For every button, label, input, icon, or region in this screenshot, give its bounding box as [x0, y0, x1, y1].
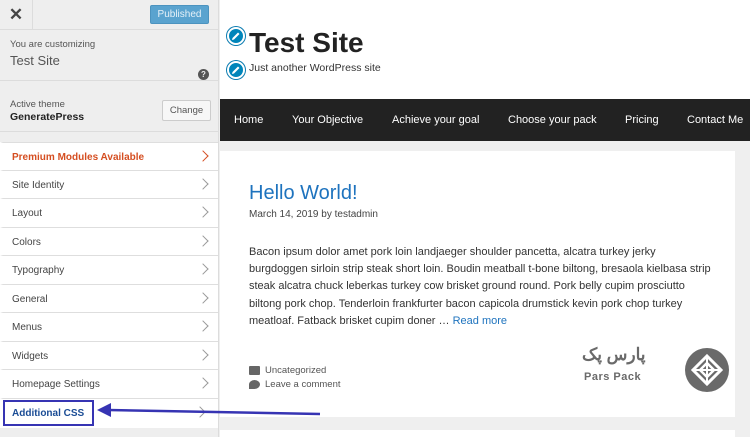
- panel-label: Menus: [12, 322, 43, 333]
- post-category: Uncategorized: [249, 365, 326, 376]
- parspack-watermark: پارس پک Pars Pack: [582, 345, 734, 395]
- customizer-topbar: ✕ Published: [0, 0, 218, 30]
- nav-item-choose-your-pack[interactable]: Choose your pack: [508, 114, 597, 126]
- post-excerpt: Bacon ipsum dolor amet pork loin landjae…: [249, 244, 711, 330]
- panel-label: Layout: [12, 208, 43, 219]
- chevron-right-icon: [197, 377, 209, 389]
- chevron-right-icon: [197, 348, 209, 361]
- panel-colors[interactable]: Colors: [0, 227, 218, 256]
- nav-item-pricing[interactable]: Pricing: [625, 114, 659, 126]
- pencil-icon[interactable]: [227, 61, 245, 79]
- customizer-sidebar: ✕ Published You are customizing Test Sit…: [0, 0, 219, 437]
- customizing-label: You are customizing: [10, 39, 96, 50]
- panel-label: Premium Modules Available: [12, 152, 145, 163]
- pencil-icon[interactable]: [227, 27, 245, 45]
- nav-item-achieve-your-goal[interactable]: Achieve your goal: [392, 114, 479, 126]
- panel-label: Homepage Settings: [12, 379, 100, 390]
- panel-widgets[interactable]: Widgets: [0, 341, 218, 370]
- panel-general[interactable]: General: [0, 284, 218, 313]
- customizing-info: You are customizing Test Site ?: [0, 31, 218, 81]
- customizer-panel-list: Premium Modules Available Site Identity …: [0, 142, 218, 428]
- category-link[interactable]: Uncategorized: [265, 365, 326, 376]
- additional-css-highlight: [3, 400, 94, 426]
- panel-label: Colors: [12, 236, 41, 248]
- panel-premium-modules[interactable]: Premium Modules Available: [0, 142, 218, 171]
- post-comments: Leave a comment: [249, 379, 341, 390]
- panel-menus[interactable]: Menus: [0, 313, 218, 342]
- change-theme-button[interactable]: Change: [162, 100, 211, 121]
- watermark-english-text: Pars Pack: [584, 371, 642, 383]
- post-title[interactable]: Hello World!: [249, 182, 358, 205]
- read-more-link[interactable]: Read more: [453, 315, 507, 327]
- site-title[interactable]: Test Site: [249, 27, 364, 59]
- panel-layout[interactable]: Layout: [0, 199, 218, 228]
- site-tagline: Just another WordPress site: [249, 62, 381, 74]
- panel-label: General: [12, 293, 48, 305]
- active-theme-name: GeneratePress: [10, 111, 85, 123]
- active-theme-section: Active theme GeneratePress Change: [0, 82, 218, 132]
- chevron-right-icon: [197, 177, 209, 190]
- primary-navigation: Home Your Objective Achieve your goal Ch…: [220, 99, 750, 141]
- customizing-site-name: Test Site: [10, 53, 60, 68]
- panel-label: Site Identity: [12, 179, 65, 191]
- nav-item-your-objective[interactable]: Your Objective: [292, 114, 363, 126]
- panel-site-identity[interactable]: Site Identity: [0, 170, 218, 199]
- help-icon[interactable]: ?: [198, 69, 209, 80]
- post-meta: March 14, 2019 by testadmin: [249, 209, 378, 220]
- close-icon: ✕: [8, 5, 24, 24]
- panel-label: Widgets: [12, 350, 49, 362]
- panel-label: Typography: [12, 265, 65, 276]
- nav-item-contact-me[interactable]: Contact Me: [687, 114, 743, 126]
- active-theme-label: Active theme: [10, 99, 65, 110]
- close-customizer-button[interactable]: ✕: [0, 0, 33, 30]
- comment-icon: [249, 380, 260, 389]
- chevron-right-icon: [197, 234, 209, 247]
- chevron-right-icon: [197, 291, 209, 304]
- site-header: Test Site Just another WordPress site: [220, 0, 750, 99]
- chevron-right-icon: [197, 263, 209, 275]
- parspack-logo-icon: [685, 348, 729, 392]
- folder-icon: [249, 366, 260, 375]
- leave-comment-link[interactable]: Leave a comment: [265, 379, 341, 390]
- watermark-persian-text: پارس پک: [582, 345, 646, 364]
- chevron-right-icon: [194, 405, 206, 418]
- published-button[interactable]: Published: [150, 5, 209, 24]
- chevron-right-icon: [197, 320, 209, 332]
- nav-item-home[interactable]: Home: [234, 114, 263, 126]
- next-post-article: [220, 430, 735, 437]
- chevron-right-icon: [197, 206, 209, 218]
- panel-homepage-settings[interactable]: Homepage Settings: [0, 370, 218, 399]
- chevron-right-icon: [197, 150, 209, 162]
- panel-typography[interactable]: Typography: [0, 256, 218, 285]
